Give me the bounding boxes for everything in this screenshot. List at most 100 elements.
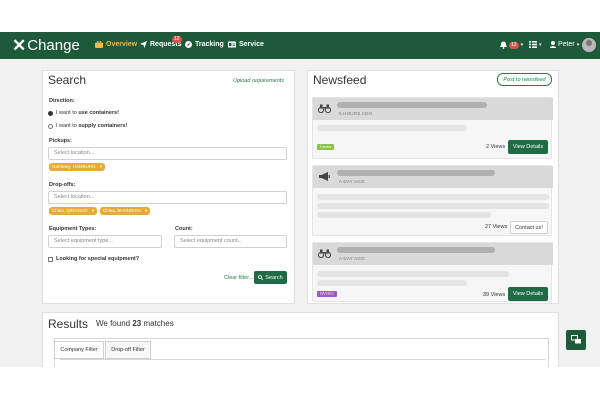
feed-views: 39 Views — [483, 292, 506, 298]
dropoff-chip[interactable]: China, SHANGHAI × — [100, 207, 151, 215]
chevron-down-icon: ▾ — [576, 41, 580, 48]
feed-text-placeholder — [317, 280, 467, 286]
nav-tracking-label: Tracking — [195, 41, 224, 48]
contact-us-button[interactable]: Contact us! — [510, 221, 548, 234]
equipment-count-input[interactable]: Select equipment count... — [174, 235, 287, 248]
radio-use-bold: use containers! — [78, 110, 119, 116]
chat-button[interactable] — [566, 330, 586, 350]
logo[interactable]: ✕ Change — [12, 36, 80, 54]
chevron-down-icon: ▾ — [539, 41, 542, 48]
id-card-icon — [228, 41, 236, 48]
clear-filter-link[interactable]: Clear filter... — [224, 275, 253, 281]
feed-views: 27 Views — [485, 224, 508, 230]
close-icon[interactable]: × — [92, 208, 95, 213]
special-equipment-checkbox[interactable]: Looking for special equipment? — [48, 256, 139, 262]
feed-text-placeholder — [317, 271, 509, 277]
radio-icon — [48, 110, 53, 116]
search-icon — [258, 275, 264, 280]
feed-text-placeholder — [317, 125, 467, 131]
results-title: Results — [48, 317, 89, 331]
radio-supply-bold: supply containers! — [78, 123, 128, 129]
tab-dropoff-filter[interactable]: Drop-off Filter — [105, 341, 151, 359]
feed-text-placeholder — [317, 212, 491, 218]
send-icon — [140, 41, 147, 48]
view-details-button[interactable]: View Details — [508, 287, 548, 301]
dropoff-chip-label: China, QINGDAO — [52, 208, 88, 213]
pickups-label: Pickups: — [49, 138, 72, 144]
dropoff-chip-label: China, SHANGHAI — [103, 208, 141, 213]
nav-service[interactable]: Service — [228, 41, 264, 48]
feed-text-placeholder — [317, 203, 549, 209]
chat-icon — [570, 335, 581, 344]
binoculars-icon — [318, 249, 331, 258]
feed-item: A DAY AGO NVOCC 39 Views View Details — [312, 242, 553, 302]
results-found-suffix: matches — [141, 319, 174, 328]
nav-tracking[interactable]: Tracking — [185, 41, 224, 48]
radio-use-containers[interactable]: I want to use containers! — [48, 110, 119, 116]
user-menu-button[interactable]: Peter ▾ — [550, 41, 579, 48]
dropoff-chip[interactable]: China, QINGDAO × — [49, 207, 98, 215]
feed-title-placeholder — [337, 247, 495, 253]
equipment-types-label: Equipment Types: — [49, 226, 97, 232]
search-button-label: Search — [265, 274, 283, 281]
briefcase-icon — [95, 41, 103, 48]
user-name: Peter — [558, 41, 575, 48]
logo-text: Change — [27, 36, 80, 54]
results-count: We found 23 matches — [96, 319, 174, 328]
dropoffs-label: Drop-offs: — [49, 182, 76, 188]
grid-menu-icon — [529, 41, 537, 48]
special-equipment-label: Looking for special equipment? — [56, 256, 140, 262]
nav-overview[interactable]: Overview — [95, 41, 137, 48]
nav-overview-label: Overview — [106, 41, 138, 48]
tab-company-filter[interactable]: Company Filter — [54, 341, 104, 359]
checkbox-icon — [48, 256, 53, 262]
feed-time: A DAY AGO — [339, 179, 365, 184]
bell-icon — [500, 41, 507, 49]
compass-icon — [185, 41, 192, 48]
app-frame: ✕ Change Overview Requests 12 Tracking S… — [0, 32, 600, 367]
megaphone-icon — [319, 172, 330, 181]
user-icon — [550, 41, 556, 48]
requests-badge: 12 — [172, 36, 182, 43]
radio-supply-containers[interactable]: I want to supply containers! — [48, 123, 127, 129]
logo-x-icon: ✕ — [12, 35, 27, 55]
equipment-type-input[interactable]: Select equipment type... — [48, 235, 162, 248]
direction-label: Direction: — [49, 98, 75, 104]
carrier-tag: Carrier — [317, 144, 335, 150]
count-label: Count: — [175, 226, 193, 232]
apps-menu-button[interactable]: ▾ — [529, 41, 542, 48]
feed-item: 5 HOURS AGO Carrier 2 Views View Details — [312, 97, 553, 159]
search-title: Search — [48, 73, 87, 87]
pickups-input[interactable]: Select location... — [48, 147, 287, 160]
notifications-button[interactable]: 12 ▾ — [500, 41, 523, 49]
binoculars-icon — [318, 104, 331, 113]
chevron-down-icon: ▾ — [520, 42, 524, 48]
close-icon[interactable]: × — [145, 208, 148, 213]
feed-title-placeholder — [337, 170, 495, 176]
search-button[interactable]: Search — [254, 271, 287, 284]
pickup-chip[interactable]: Germany, HAMBURG × — [49, 163, 106, 171]
post-to-newsfeed-button[interactable]: Post to newsfeed — [497, 73, 552, 86]
nav-service-label: Service — [239, 41, 264, 48]
results-found-count: 23 — [132, 319, 142, 328]
feed-time: A DAY AGO — [339, 256, 365, 261]
feed-text-placeholder — [317, 194, 549, 200]
divider — [60, 359, 545, 360]
bell-badge: 12 — [509, 41, 519, 49]
pickup-chip-label: Germany, HAMBURG — [52, 164, 96, 169]
newsfeed-title: Newsfeed — [313, 73, 367, 87]
search-card — [42, 70, 295, 304]
radio-supply-prefix: I want to — [56, 123, 79, 129]
dropoffs-input[interactable]: Select location... — [48, 191, 287, 204]
radio-use-prefix: I want to — [56, 110, 79, 116]
feed-time: 5 HOURS AGO — [339, 111, 373, 116]
avatar[interactable] — [582, 38, 596, 52]
close-icon[interactable]: × — [100, 164, 103, 169]
upload-requirements-link[interactable]: Upload requirements — [233, 78, 284, 84]
feed-title-placeholder — [337, 102, 487, 108]
radio-icon — [48, 123, 53, 129]
view-details-button[interactable]: View Details — [508, 140, 548, 154]
nvocc-tag: NVOCC — [317, 291, 338, 297]
results-found-prefix: We found — [96, 319, 133, 328]
feed-views: 2 Views — [486, 144, 506, 150]
